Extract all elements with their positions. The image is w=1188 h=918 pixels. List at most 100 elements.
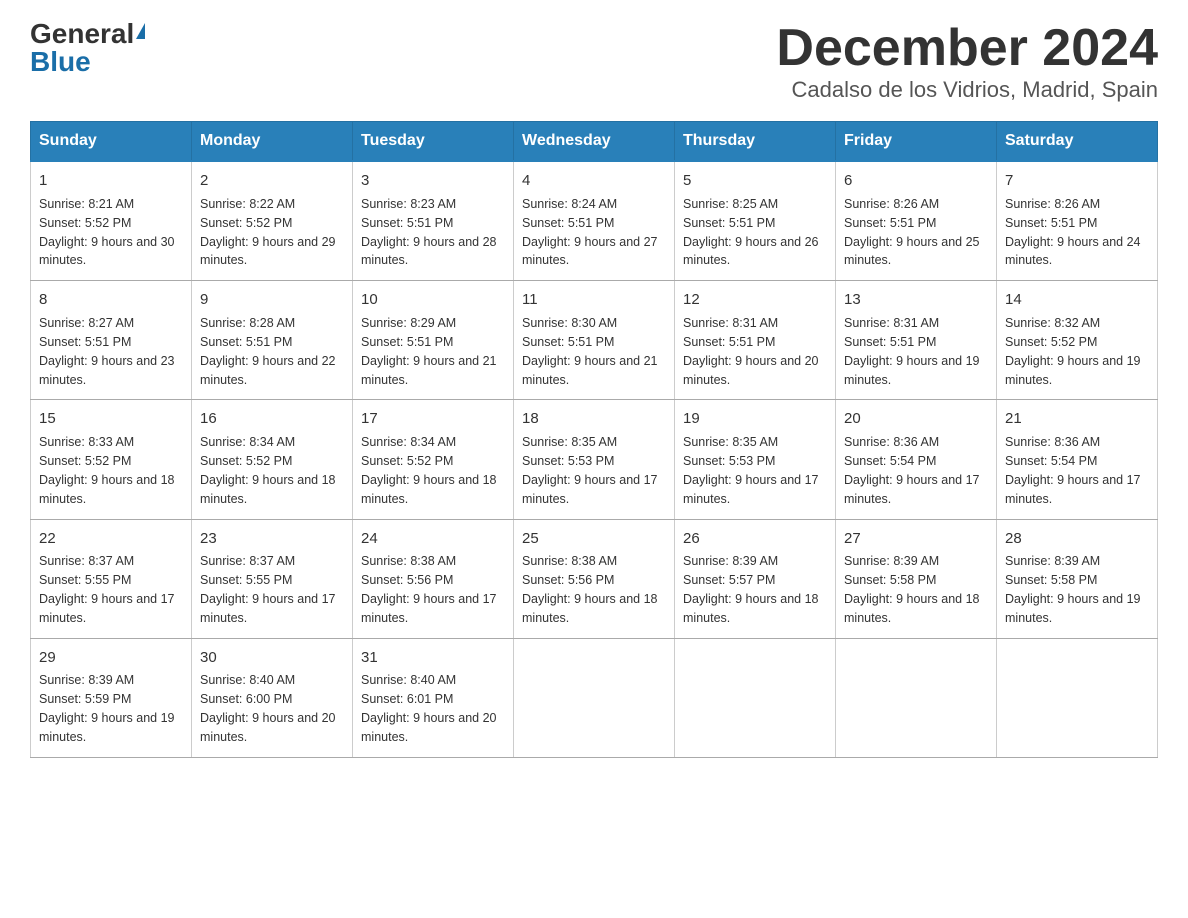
calendar-week-row: 1 Sunrise: 8:21 AMSunset: 5:52 PMDaylight… bbox=[31, 161, 1158, 281]
day-number: 21 bbox=[1005, 408, 1149, 430]
calendar-cell: 15Sunrise: 8:33 AMSunset: 5:52 PMDayligh… bbox=[31, 400, 192, 519]
day-info: Sunrise: 8:24 AMSunset: 5:51 PMDaylight:… bbox=[522, 197, 658, 268]
day-number: 15 bbox=[39, 408, 183, 430]
day-number: 18 bbox=[522, 408, 666, 430]
header-saturday: Saturday bbox=[997, 122, 1158, 162]
logo-blue-text: Blue bbox=[30, 48, 91, 76]
calendar-cell bbox=[675, 638, 836, 757]
day-info: Sunrise: 8:38 AMSunset: 5:56 PMDaylight:… bbox=[522, 554, 658, 625]
day-number: 20 bbox=[844, 408, 988, 430]
calendar-cell: 11 Sunrise: 8:30 AMSunset: 5:51 PMDayligh… bbox=[514, 281, 675, 400]
calendar-cell: 10Sunrise: 8:29 AMSunset: 5:51 PMDayligh… bbox=[353, 281, 514, 400]
day-info: Sunrise: 8:39 AMSunset: 5:57 PMDaylight:… bbox=[683, 554, 819, 625]
day-info: Sunrise: 8:32 AMSunset: 5:52 PMDaylight:… bbox=[1005, 316, 1141, 387]
calendar-subtitle: Cadalso de los Vidrios, Madrid, Spain bbox=[776, 77, 1158, 103]
day-number: 16 bbox=[200, 408, 344, 430]
day-info: Sunrise: 8:29 AMSunset: 5:51 PMDaylight:… bbox=[361, 316, 497, 387]
day-number: 5 bbox=[683, 170, 827, 192]
calendar-cell: 8Sunrise: 8:27 AMSunset: 5:51 PMDaylight… bbox=[31, 281, 192, 400]
calendar-cell: 14 Sunrise: 8:32 AMSunset: 5:52 PMDayligh… bbox=[997, 281, 1158, 400]
calendar-cell: 17 Sunrise: 8:34 AMSunset: 5:52 PMDayligh… bbox=[353, 400, 514, 519]
day-number: 11 bbox=[522, 289, 666, 311]
day-number: 29 bbox=[39, 647, 183, 669]
calendar-cell: 6 Sunrise: 8:26 AMSunset: 5:51 PMDaylight… bbox=[836, 161, 997, 281]
day-info: Sunrise: 8:39 AMSunset: 5:58 PMDaylight:… bbox=[1005, 554, 1141, 625]
day-info: Sunrise: 8:36 AMSunset: 5:54 PMDaylight:… bbox=[1005, 435, 1141, 506]
logo: General Blue bbox=[30, 20, 145, 76]
day-info: Sunrise: 8:39 AMSunset: 5:59 PMDaylight:… bbox=[39, 673, 175, 744]
day-number: 1 bbox=[39, 170, 183, 192]
logo-triangle-icon bbox=[136, 23, 145, 39]
header-thursday: Thursday bbox=[675, 122, 836, 162]
day-info: Sunrise: 8:39 AMSunset: 5:58 PMDaylight:… bbox=[844, 554, 980, 625]
day-number: 23 bbox=[200, 528, 344, 550]
day-number: 14 bbox=[1005, 289, 1149, 311]
calendar-cell: 26 Sunrise: 8:39 AMSunset: 5:57 PMDayligh… bbox=[675, 519, 836, 638]
day-number: 30 bbox=[200, 647, 344, 669]
header-monday: Monday bbox=[192, 122, 353, 162]
day-info: Sunrise: 8:37 AMSunset: 5:55 PMDaylight:… bbox=[39, 554, 175, 625]
day-info: Sunrise: 8:35 AMSunset: 5:53 PMDaylight:… bbox=[522, 435, 658, 506]
calendar-cell: 12 Sunrise: 8:31 AMSunset: 5:51 PMDayligh… bbox=[675, 281, 836, 400]
day-info: Sunrise: 8:26 AMSunset: 5:51 PMDaylight:… bbox=[844, 197, 980, 268]
day-info: Sunrise: 8:23 AMSunset: 5:51 PMDaylight:… bbox=[361, 197, 497, 268]
day-info: Sunrise: 8:34 AMSunset: 5:52 PMDaylight:… bbox=[200, 435, 336, 506]
calendar-cell: 31Sunrise: 8:40 AMSunset: 6:01 PMDayligh… bbox=[353, 638, 514, 757]
calendar-week-row: 29 Sunrise: 8:39 AMSunset: 5:59 PMDayligh… bbox=[31, 638, 1158, 757]
day-info: Sunrise: 8:30 AMSunset: 5:51 PMDaylight:… bbox=[522, 316, 658, 387]
day-info: Sunrise: 8:36 AMSunset: 5:54 PMDaylight:… bbox=[844, 435, 980, 506]
calendar-cell bbox=[997, 638, 1158, 757]
day-number: 3 bbox=[361, 170, 505, 192]
day-number: 12 bbox=[683, 289, 827, 311]
calendar-cell: 25Sunrise: 8:38 AMSunset: 5:56 PMDayligh… bbox=[514, 519, 675, 638]
calendar-cell: 1 Sunrise: 8:21 AMSunset: 5:52 PMDaylight… bbox=[31, 161, 192, 281]
day-info: Sunrise: 8:40 AMSunset: 6:01 PMDaylight:… bbox=[361, 673, 497, 744]
day-info: Sunrise: 8:31 AMSunset: 5:51 PMDaylight:… bbox=[683, 316, 819, 387]
calendar-week-row: 15Sunrise: 8:33 AMSunset: 5:52 PMDayligh… bbox=[31, 400, 1158, 519]
day-info: Sunrise: 8:28 AMSunset: 5:51 PMDaylight:… bbox=[200, 316, 336, 387]
logo-general-text: General bbox=[30, 20, 134, 48]
day-info: Sunrise: 8:35 AMSunset: 5:53 PMDaylight:… bbox=[683, 435, 819, 506]
calendar-cell: 2Sunrise: 8:22 AMSunset: 5:52 PMDaylight… bbox=[192, 161, 353, 281]
calendar-cell: 19 Sunrise: 8:35 AMSunset: 5:53 PMDayligh… bbox=[675, 400, 836, 519]
calendar-cell: 4 Sunrise: 8:24 AMSunset: 5:51 PMDaylight… bbox=[514, 161, 675, 281]
day-info: Sunrise: 8:25 AMSunset: 5:51 PMDaylight:… bbox=[683, 197, 819, 268]
day-number: 26 bbox=[683, 528, 827, 550]
title-area: December 2024 Cadalso de los Vidrios, Ma… bbox=[776, 20, 1158, 103]
calendar-week-row: 22Sunrise: 8:37 AMSunset: 5:55 PMDayligh… bbox=[31, 519, 1158, 638]
day-number: 13 bbox=[844, 289, 988, 311]
calendar-cell: 27Sunrise: 8:39 AMSunset: 5:58 PMDayligh… bbox=[836, 519, 997, 638]
calendar-cell: 21 Sunrise: 8:36 AMSunset: 5:54 PMDayligh… bbox=[997, 400, 1158, 519]
day-number: 4 bbox=[522, 170, 666, 192]
calendar-title: December 2024 bbox=[776, 20, 1158, 77]
day-number: 8 bbox=[39, 289, 183, 311]
day-number: 6 bbox=[844, 170, 988, 192]
calendar-cell bbox=[836, 638, 997, 757]
day-info: Sunrise: 8:37 AMSunset: 5:55 PMDaylight:… bbox=[200, 554, 336, 625]
day-info: Sunrise: 8:31 AMSunset: 5:51 PMDaylight:… bbox=[844, 316, 980, 387]
day-number: 28 bbox=[1005, 528, 1149, 550]
calendar-table: SundayMondayTuesdayWednesdayThursdayFrid… bbox=[30, 121, 1158, 758]
day-number: 9 bbox=[200, 289, 344, 311]
day-number: 24 bbox=[361, 528, 505, 550]
day-number: 19 bbox=[683, 408, 827, 430]
day-info: Sunrise: 8:34 AMSunset: 5:52 PMDaylight:… bbox=[361, 435, 497, 506]
calendar-cell: 5 Sunrise: 8:25 AMSunset: 5:51 PMDaylight… bbox=[675, 161, 836, 281]
day-info: Sunrise: 8:21 AMSunset: 5:52 PMDaylight:… bbox=[39, 197, 175, 268]
calendar-cell: 18 Sunrise: 8:35 AMSunset: 5:53 PMDayligh… bbox=[514, 400, 675, 519]
calendar-week-row: 8Sunrise: 8:27 AMSunset: 5:51 PMDaylight… bbox=[31, 281, 1158, 400]
day-info: Sunrise: 8:38 AMSunset: 5:56 PMDaylight:… bbox=[361, 554, 497, 625]
header-tuesday: Tuesday bbox=[353, 122, 514, 162]
header-sunday: Sunday bbox=[31, 122, 192, 162]
day-number: 7 bbox=[1005, 170, 1149, 192]
day-info: Sunrise: 8:40 AMSunset: 6:00 PMDaylight:… bbox=[200, 673, 336, 744]
calendar-cell: 7Sunrise: 8:26 AMSunset: 5:51 PMDaylight… bbox=[997, 161, 1158, 281]
calendar-header-row: SundayMondayTuesdayWednesdayThursdayFrid… bbox=[31, 122, 1158, 162]
calendar-cell: 24 Sunrise: 8:38 AMSunset: 5:56 PMDayligh… bbox=[353, 519, 514, 638]
header-wednesday: Wednesday bbox=[514, 122, 675, 162]
calendar-cell bbox=[514, 638, 675, 757]
day-number: 17 bbox=[361, 408, 505, 430]
calendar-cell: 9 Sunrise: 8:28 AMSunset: 5:51 PMDaylight… bbox=[192, 281, 353, 400]
header-friday: Friday bbox=[836, 122, 997, 162]
day-info: Sunrise: 8:22 AMSunset: 5:52 PMDaylight:… bbox=[200, 197, 336, 268]
